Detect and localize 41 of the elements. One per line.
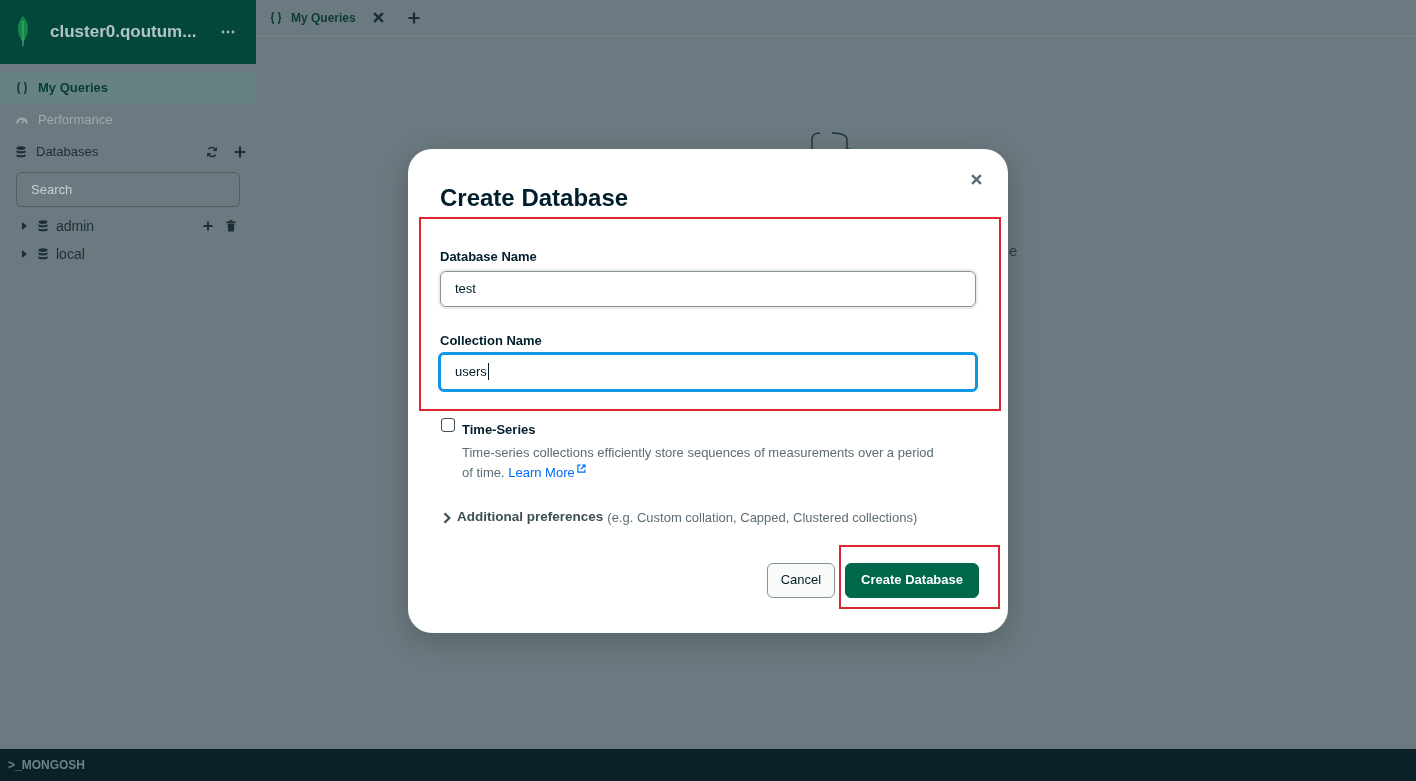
database-item[interactable]: admin: [56, 215, 203, 237]
shell-toggle[interactable]: >_MONGOSH: [0, 749, 85, 781]
database-icon: [38, 248, 48, 260]
preferences-hint: (e.g. Custom collation, Capped, Clustered collections): [607, 508, 918, 527]
close-icon[interactable]: [372, 12, 384, 23]
refresh-icon[interactable]: [206, 146, 218, 158]
caret-icon[interactable]: [22, 250, 27, 258]
background-text: e: [1009, 242, 1018, 260]
create-button[interactable]: Create Database: [845, 562, 979, 598]
braces-icon: [16, 82, 28, 94]
query-tab[interactable]: My Queries: [256, 0, 397, 36]
text-cursor: [487, 363, 489, 380]
gauge-icon: [16, 116, 28, 124]
learn-more-link[interactable]: Learn More: [508, 464, 586, 480]
dialog-title: Create Database: [440, 182, 630, 213]
leaf-logo-icon: [15, 16, 31, 48]
time-series-description: Time-series collections efficiently store sequences of measurements over a period of time. Learn More: [462, 443, 935, 482]
trash-icon[interactable]: [226, 220, 236, 232]
external-link-icon: [576, 463, 586, 473]
more-options-icon[interactable]: [221, 30, 235, 34]
text-field[interactable]: test: [440, 270, 976, 307]
checkbox-label: Time-Series: [462, 421, 536, 438]
additional-preferences-toggle[interactable]: Additional preferences: [443, 507, 604, 528]
plus-icon[interactable]: [407, 11, 420, 24]
database-icon: [38, 220, 48, 232]
nav-item[interactable]: My Queries: [0, 72, 256, 104]
nav-item[interactable]: Databases: [0, 136, 206, 168]
field-label: Database Name: [440, 248, 538, 265]
database-icon: [16, 146, 26, 158]
field-label: Collection Name: [440, 332, 543, 349]
checkbox[interactable]: [441, 417, 455, 432]
braces-icon: [270, 11, 282, 24]
close-icon[interactable]: [971, 173, 982, 185]
caret-icon[interactable]: [22, 222, 27, 230]
search-field[interactable]: Search: [16, 172, 240, 207]
connection-title: cluster0.qoutum...: [50, 21, 198, 44]
plus-icon[interactable]: [234, 146, 246, 158]
text-field[interactable]: users: [438, 351, 978, 392]
cancel-button[interactable]: Cancel: [766, 562, 836, 598]
database-item[interactable]: local: [56, 243, 236, 265]
plus-icon[interactable]: [203, 221, 213, 231]
